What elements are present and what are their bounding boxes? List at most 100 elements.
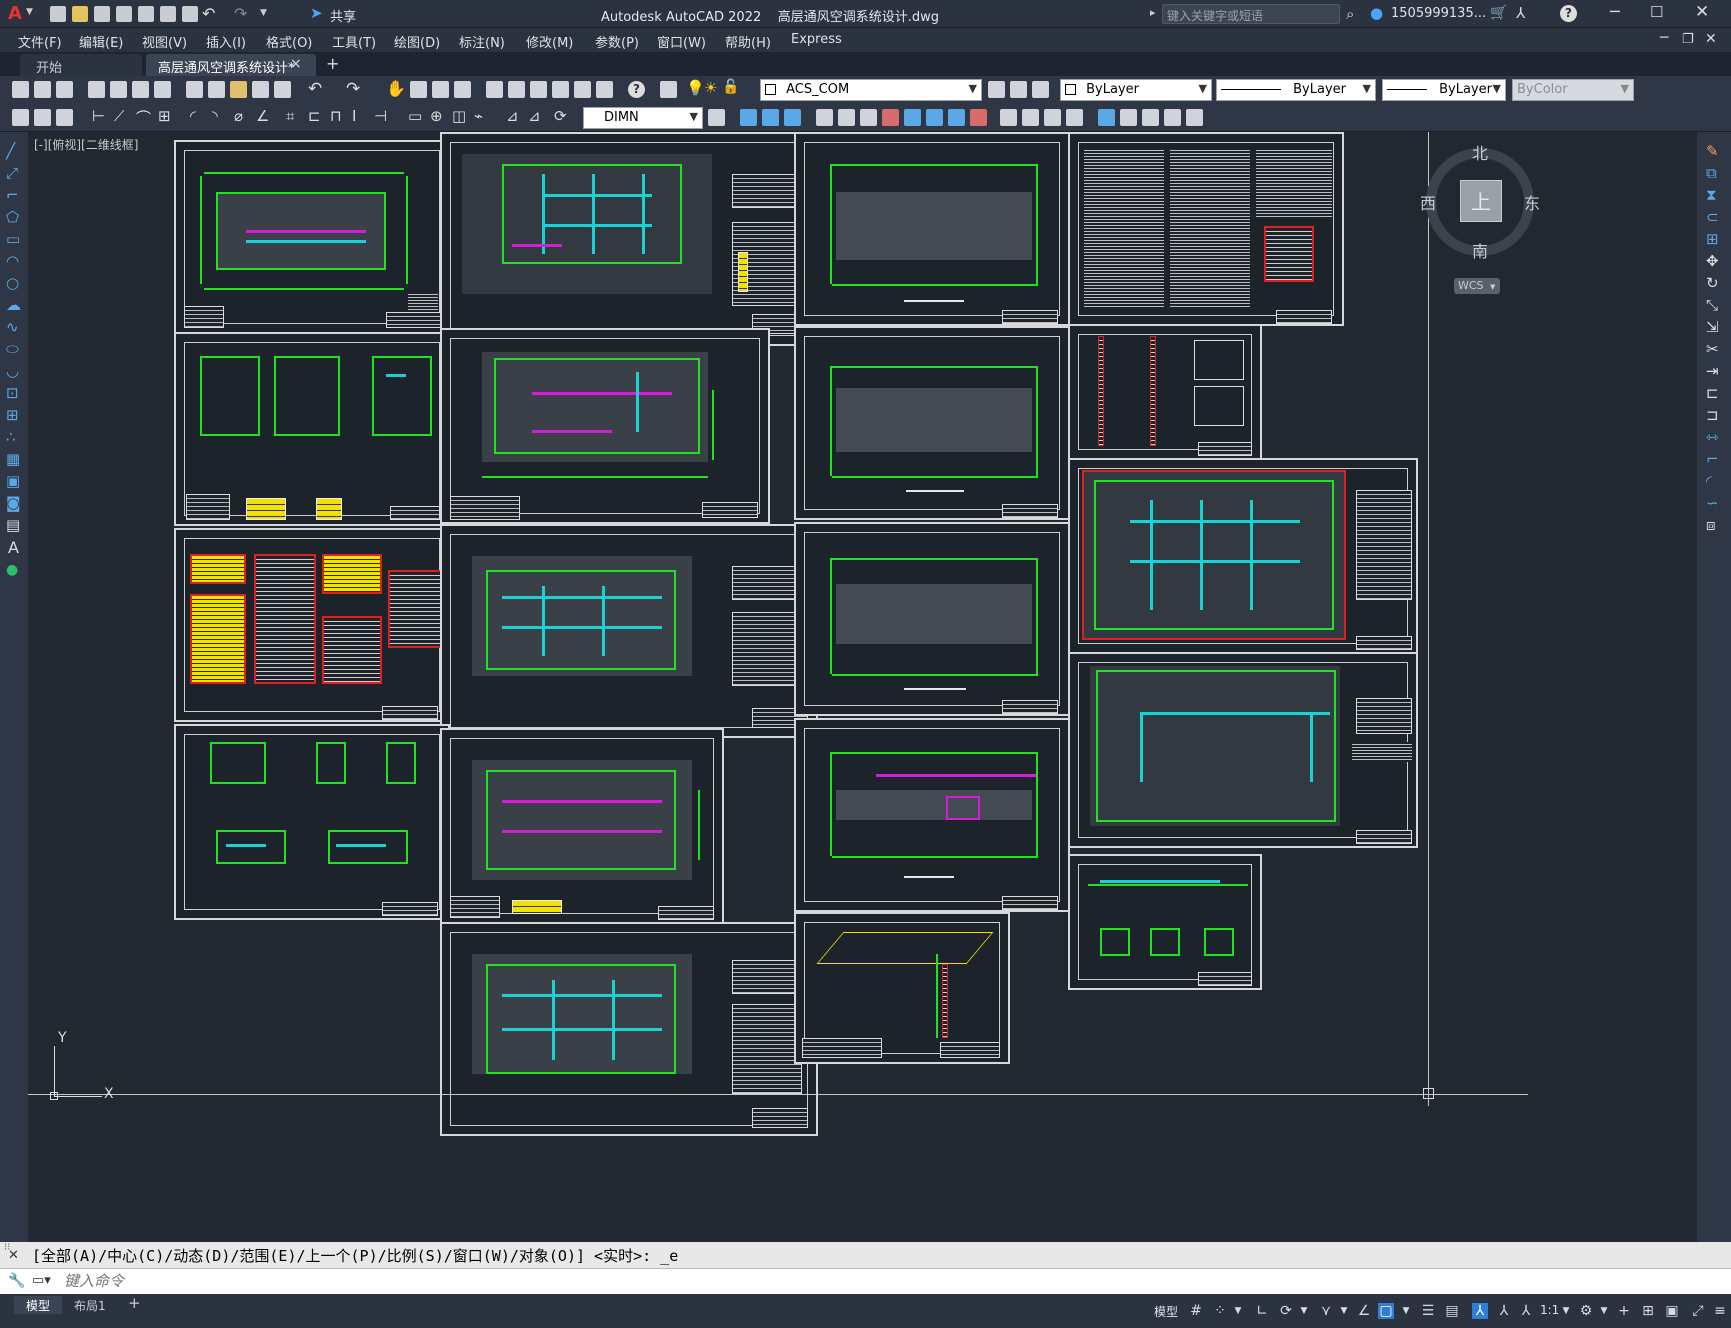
lineweight-icon[interactable]: ☰ — [1420, 1303, 1436, 1319]
revcloud-icon[interactable]: ☁ — [6, 296, 21, 314]
dim-edit-icon[interactable]: ⊿ — [506, 107, 519, 125]
app-menu-chevron-icon[interactable]: ▼ — [26, 7, 33, 17]
menu-draw[interactable]: 绘图(D) — [394, 32, 440, 51]
arc-icon[interactable]: ◠ — [6, 252, 19, 270]
copy-icon[interactable] — [208, 81, 225, 98]
autodesk-a360-icon[interactable]: ⅄ — [1516, 4, 1525, 22]
dimstyle-dropdown[interactable]: DIMN ▼ — [583, 107, 703, 129]
qnew-icon[interactable] — [12, 81, 29, 98]
open-icon[interactable] — [72, 6, 88, 22]
tab-close-icon[interactable]: × — [290, 56, 302, 72]
snap-icon[interactable]: ⁘ — [1212, 1303, 1228, 1319]
wcs-menu[interactable]: WCS ▼ — [1454, 278, 1500, 294]
save-as-icon[interactable] — [116, 6, 132, 22]
viewcube-west[interactable]: 西 — [1420, 190, 1436, 214]
layer-properties-icon[interactable] — [660, 81, 677, 98]
layer-previous-icon[interactable] — [1032, 81, 1049, 98]
zoom-previous-icon[interactable] — [454, 81, 471, 98]
tolerance-icon[interactable]: ▭ — [408, 107, 422, 125]
dim-jogged-icon[interactable]: ◝ — [212, 107, 218, 125]
stretch-icon[interactable]: ⇲ — [1706, 318, 1719, 336]
drawing-canvas[interactable]: [-][俯视][二维线框] Y X 上 北 南 西 东 WCS ▼ — [28, 132, 1697, 1242]
trim-icon[interactable] — [926, 109, 943, 126]
cart-icon[interactable]: 🛒 — [1490, 5, 1507, 21]
spline-icon[interactable]: ∿ — [6, 318, 19, 336]
center-mark-icon[interactable]: ⊕ — [430, 107, 443, 125]
menu-parametric[interactable]: 参数(P) — [595, 32, 639, 51]
menu-tools[interactable]: 工具(T) — [332, 32, 376, 51]
new-icon[interactable] — [50, 6, 66, 22]
redo-icon[interactable]: ↷ — [346, 79, 360, 99]
viewcube-south[interactable]: 南 — [1472, 238, 1488, 262]
ortho-icon[interactable]: ∟ — [1254, 1303, 1270, 1319]
jogged-linear-icon[interactable]: ⌁ — [474, 107, 483, 125]
chevron-down-icon[interactable]: ▼ — [1558, 1303, 1574, 1319]
break-at-point-icon[interactable]: ⊏ — [1706, 384, 1719, 402]
gradient-icon[interactable]: ▣ — [6, 472, 20, 490]
edit-icon[interactable] — [12, 109, 29, 126]
viewcube-top-face[interactable]: 上 — [1460, 180, 1502, 222]
open-web-icon[interactable] — [138, 6, 154, 22]
customization-icon[interactable]: ≡ — [1712, 1303, 1728, 1319]
dim-aligned-icon[interactable]: ⟋ — [114, 107, 125, 125]
dim-linear-icon[interactable]: ⊢ — [92, 107, 105, 125]
tab-model[interactable]: 模型 — [14, 1296, 62, 1314]
viewport-controls-label[interactable]: [-][俯视][二维线框] — [34, 136, 138, 153]
annotation-scale-icon[interactable]: ⅄ — [1518, 1303, 1534, 1319]
menu-format[interactable]: 格式(O) — [266, 32, 312, 51]
copy-icon[interactable]: ⧉ — [1706, 164, 1717, 182]
close-button[interactable]: ✕ — [1695, 2, 1709, 22]
fillet-icon[interactable] — [1044, 109, 1061, 126]
model-space-button[interactable]: 模型 — [1154, 1303, 1178, 1320]
inspect-icon[interactable]: ◫ — [452, 107, 466, 125]
publish-icon[interactable] — [132, 81, 149, 98]
dim-arc-icon[interactable]: ⌒ — [136, 107, 151, 128]
fillet-icon[interactable]: ◜ — [1706, 472, 1712, 490]
undo-icon[interactable]: ↶ — [308, 79, 322, 99]
design-center-icon[interactable] — [508, 81, 525, 98]
menu-window[interactable]: 窗口(W) — [657, 32, 706, 51]
array-icon[interactable] — [816, 109, 833, 126]
group-icon[interactable] — [1186, 109, 1203, 126]
plotstyle-dropdown[interactable]: ByColor ▼ — [1512, 79, 1634, 101]
grid-icon[interactable]: # — [1188, 1303, 1204, 1319]
rotate-icon[interactable] — [860, 109, 877, 126]
dim-break-icon[interactable]: ⊣ — [374, 107, 387, 125]
transparency-icon[interactable]: ▤ — [1444, 1303, 1460, 1319]
share-icon[interactable]: ➤ — [310, 4, 323, 22]
user-name[interactable]: 1505999135... — [1391, 6, 1486, 21]
help-icon[interactable]: ? — [628, 81, 645, 98]
polyline-icon[interactable]: ⌐ — [6, 186, 19, 204]
table-icon[interactable]: ▤ — [6, 516, 20, 534]
block-icon[interactable] — [34, 109, 51, 126]
dim-text-edit-icon[interactable]: ⊿ — [528, 107, 541, 125]
chevron-down-icon[interactable]: ▼ — [1296, 1303, 1312, 1319]
chevron-down-icon[interactable]: ▼ — [1596, 1303, 1612, 1319]
layer-freeze-icon[interactable]: ☀ — [704, 79, 717, 97]
menu-view[interactable]: 视图(V) — [142, 32, 187, 51]
search-icon[interactable]: ⌕ — [1346, 5, 1354, 23]
lineweight-dropdown[interactable]: ByLayer ▼ — [1382, 79, 1506, 101]
ellipse-arc-icon[interactable]: ◡ — [6, 362, 19, 380]
ellipse-icon[interactable]: ⬭ — [6, 340, 19, 358]
draworder-icon[interactable] — [1164, 109, 1181, 126]
clean-screen-icon[interactable]: ⤢ — [1690, 1303, 1706, 1319]
annotation-monitor-icon[interactable]: + — [1616, 1303, 1632, 1319]
rotate-icon[interactable]: ↻ — [1706, 274, 1719, 292]
region-icon[interactable]: ◙ — [6, 494, 21, 512]
chevron-down-icon[interactable]: ▼ — [1230, 1303, 1246, 1319]
object-snap-icon[interactable]: ▢ — [1378, 1303, 1394, 1319]
help-icon[interactable]: ? — [1560, 5, 1577, 22]
menu-modify[interactable]: 修改(M) — [526, 32, 573, 51]
explode-icon[interactable] — [1066, 109, 1083, 126]
rectangle-icon[interactable]: ▭ — [6, 230, 20, 248]
annotation-scale-value[interactable]: 1:1 — [1540, 1303, 1559, 1317]
pan-icon[interactable]: ✋ — [386, 79, 406, 98]
dim-diameter-icon[interactable]: ⌀ — [234, 107, 243, 125]
preview-icon[interactable] — [110, 81, 127, 98]
save-web-icon[interactable] — [160, 6, 176, 22]
dim-baseline-icon[interactable]: ⊏ — [308, 107, 321, 125]
plot-icon[interactable] — [88, 81, 105, 98]
layer-lock-icon[interactable]: 🔓 — [722, 79, 739, 95]
zoom-realtime-icon[interactable] — [410, 81, 427, 98]
